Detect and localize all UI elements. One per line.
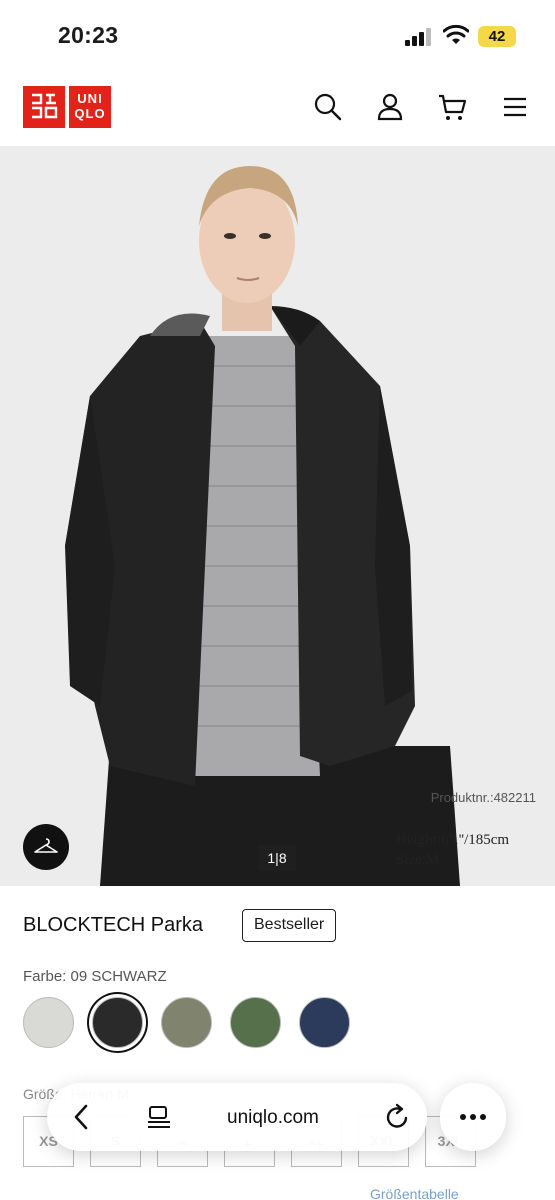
try-on-button[interactable] <box>23 824 69 870</box>
color-swatch[interactable] <box>230 997 281 1048</box>
cart-icon[interactable] <box>437 92 467 122</box>
image-pager: 1|8 <box>258 845 296 871</box>
bestseller-badge: Bestseller <box>242 909 337 942</box>
status-bar: 20:23 42 <box>0 0 555 72</box>
uniqlo-logo[interactable]: UNI QLO <box>23 86 111 128</box>
site-header: UNI QLO <box>0 72 555 146</box>
product-title: BLOCKTECH Parka <box>23 914 204 936</box>
browser-toolbar: uniqlo.com <box>47 1083 427 1151</box>
status-time: 20:23 <box>58 22 119 48</box>
wifi-icon <box>443 24 469 44</box>
model-photo <box>0 146 555 886</box>
battery-indicator: 42 <box>478 26 516 47</box>
product-number: Produktnr.:482211 <box>430 790 536 805</box>
color-swatch-selected[interactable] <box>92 997 143 1048</box>
size-guide-link[interactable]: Größentabelle <box>370 1186 459 1200</box>
logo-katakana <box>23 86 65 128</box>
search-icon[interactable] <box>313 92 343 122</box>
url-text: uniqlo.com <box>227 1107 319 1128</box>
color-swatches <box>23 997 350 1048</box>
product-image[interactable]: Produktnr.:482211 Height:6'1''/185cm Siz… <box>0 146 555 886</box>
cellular-signal-icon <box>405 28 431 46</box>
menu-icon[interactable] <box>500 92 530 122</box>
reload-icon[interactable] <box>383 1103 411 1131</box>
color-swatch[interactable] <box>23 997 74 1048</box>
color-swatch[interactable] <box>161 997 212 1048</box>
color-swatch[interactable] <box>299 997 350 1048</box>
color-label: Farbe: 09 SCHWARZ <box>23 968 167 985</box>
more-icon <box>460 1114 486 1120</box>
model-info: Height:6'1''/185cm Size:M <box>396 830 509 870</box>
model-size: Size:M <box>396 852 440 868</box>
more-button[interactable] <box>440 1083 506 1151</box>
address-bar[interactable]: uniqlo.com <box>132 1093 337 1141</box>
logo-latin: UNI QLO <box>69 86 111 128</box>
reader-tabs-icon[interactable] <box>146 1105 172 1129</box>
logo-katakana-mark <box>32 93 58 119</box>
user-icon[interactable] <box>375 92 405 122</box>
model-height: Height:6'1''/185cm <box>396 832 510 848</box>
back-icon[interactable] <box>69 1103 95 1131</box>
hanger-icon <box>34 838 58 853</box>
